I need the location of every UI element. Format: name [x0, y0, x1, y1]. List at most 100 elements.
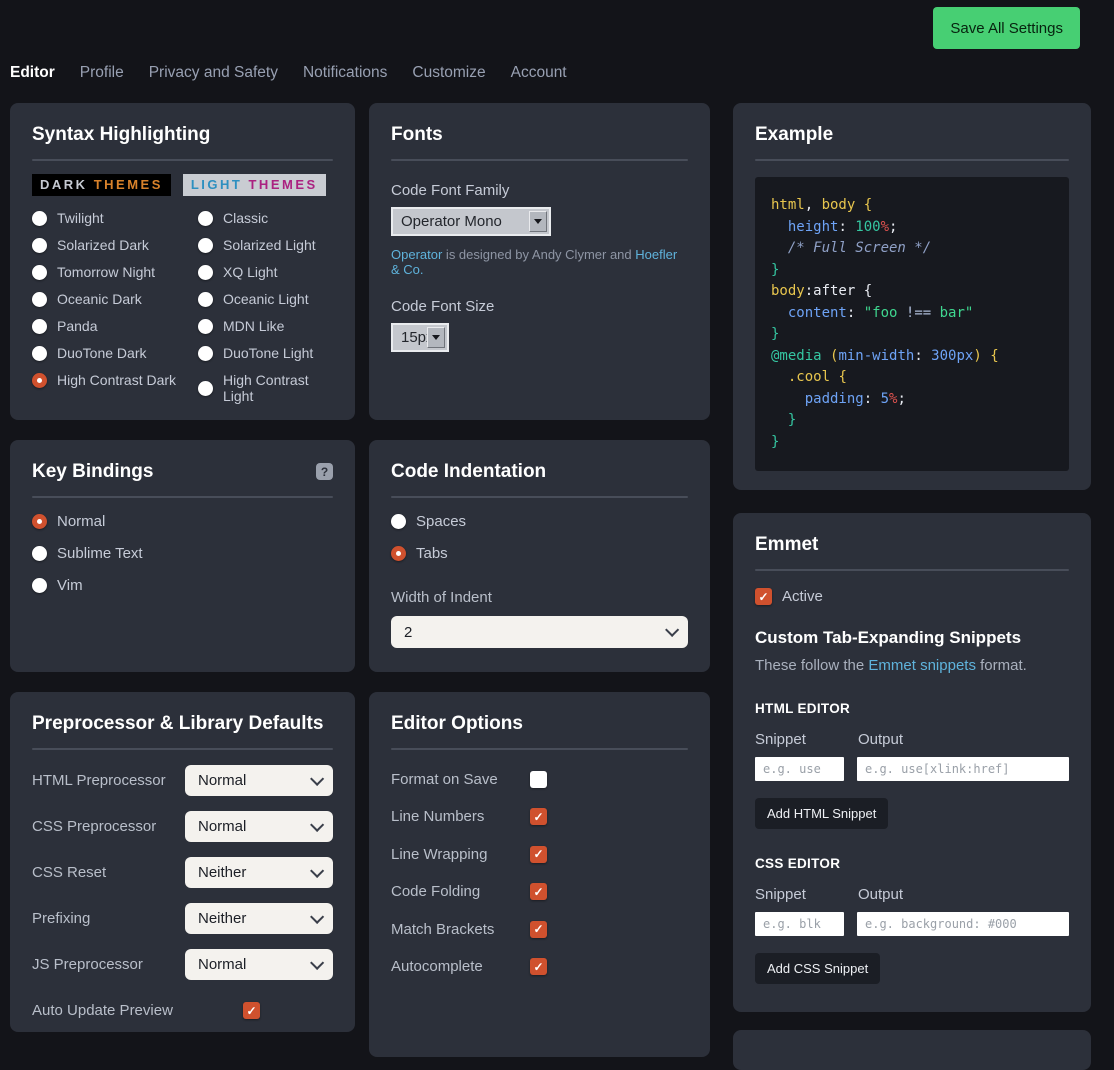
code-indentation-card: Code Indentation SpacesTabs Width of Ind… [369, 440, 710, 672]
code-font-family-select[interactable]: Operator Mono [391, 207, 551, 236]
format-on-save-checkbox[interactable] [530, 771, 547, 788]
radio-icon[interactable] [198, 346, 213, 361]
js-preprocessor-select[interactable]: Normal [185, 949, 333, 980]
code-font-size-select[interactable]: 15px [391, 323, 449, 352]
row-label: Autocomplete [391, 958, 530, 975]
tab-profile[interactable]: Profile [80, 64, 124, 82]
width-of-indent-value: 2 [404, 624, 412, 641]
row-label: Line Wrapping [391, 846, 530, 863]
emmet-title: Emmet [755, 533, 1069, 556]
help-icon[interactable]: ? [316, 463, 333, 480]
radio-icon[interactable] [32, 265, 47, 280]
indentation-option-spaces[interactable]: Spaces [391, 513, 688, 530]
add-html-snippet-button[interactable]: Add HTML Snippet [755, 798, 888, 829]
light-theme-option-oceanic-light[interactable]: Oceanic Light [198, 291, 333, 307]
code-indentation-title: Code Indentation [391, 460, 688, 483]
css-snippet-input[interactable] [755, 912, 844, 936]
radio-icon[interactable] [32, 578, 47, 593]
editor-option-code-folding: Code Folding [391, 883, 688, 900]
auto-update-preview-checkbox[interactable] [243, 1002, 260, 1019]
radio-icon[interactable] [391, 514, 406, 529]
key-binding-option-sublime-text[interactable]: Sublime Text [32, 545, 333, 562]
light-theme-option-classic[interactable]: Classic [198, 210, 333, 226]
preprocessor-row-css-preprocessor: CSS PreprocessorNormal [32, 811, 333, 842]
dark-theme-option-duotone-dark[interactable]: DuoTone Dark [32, 345, 198, 361]
radio-label: Classic [223, 210, 268, 226]
css-output-label: Output [858, 886, 903, 903]
radio-icon[interactable] [32, 346, 47, 361]
light-theme-option-solarized-light[interactable]: Solarized Light [198, 237, 333, 253]
code-folding-checkbox[interactable] [530, 883, 547, 900]
css-output-input[interactable] [857, 912, 1069, 936]
light-theme-option-duotone-light[interactable]: DuoTone Light [198, 345, 333, 361]
indentation-option-tabs[interactable]: Tabs [391, 545, 688, 562]
html-preprocessor-select[interactable]: Normal [185, 765, 333, 796]
radio-icon[interactable] [198, 319, 213, 334]
tab-account[interactable]: Account [511, 64, 567, 82]
css-preprocessor-select[interactable]: Normal [185, 811, 333, 842]
light-theme-option-xq-light[interactable]: XQ Light [198, 264, 333, 280]
key-binding-option-vim[interactable]: Vim [32, 577, 333, 594]
dark-theme-option-solarized-dark[interactable]: Solarized Dark [32, 237, 198, 253]
radio-icon[interactable] [32, 514, 47, 529]
html-io-inputs [755, 757, 1069, 781]
radio-icon[interactable] [391, 546, 406, 561]
css-editor-heading: CSS EDITOR [755, 856, 1069, 871]
line-numbers-checkbox[interactable] [530, 808, 547, 825]
emmet-active-checkbox[interactable] [755, 588, 772, 605]
row-label: CSS Reset [32, 864, 106, 881]
radio-icon[interactable] [32, 546, 47, 561]
tab-notifications[interactable]: Notifications [303, 64, 387, 82]
css-reset-select[interactable]: Neither [185, 857, 333, 888]
radio-icon[interactable] [32, 211, 47, 226]
key-binding-option-normal[interactable]: Normal [32, 513, 333, 530]
code-line: } [771, 410, 1053, 432]
dark-theme-option-tomorrow-night[interactable]: Tomorrow Night [32, 264, 198, 280]
tab-editor[interactable]: Editor [10, 64, 55, 82]
prefixing-select[interactable]: Neither [185, 903, 333, 934]
emmet-active-row[interactable]: Active [755, 588, 1069, 605]
dark-theme-option-oceanic-dark[interactable]: Oceanic Dark [32, 291, 198, 307]
row-label: Line Numbers [391, 808, 530, 825]
radio-icon[interactable] [32, 319, 47, 334]
line-wrapping-checkbox[interactable] [530, 846, 547, 863]
save-all-settings-button[interactable]: Save All Settings [933, 7, 1080, 49]
emmet-snippets-link[interactable]: Emmet snippets [868, 657, 976, 674]
css-io-labels: Snippet Output [755, 886, 1069, 903]
autocomplete-checkbox[interactable] [530, 958, 547, 975]
html-editor-heading: HTML EDITOR [755, 701, 1069, 716]
width-of-indent-select[interactable]: 2 [391, 616, 688, 648]
radio-icon[interactable] [198, 211, 213, 226]
radio-icon[interactable] [32, 373, 47, 388]
dark-theme-option-twilight[interactable]: Twilight [32, 210, 198, 226]
tab-customize[interactable]: Customize [412, 64, 485, 82]
match-brackets-checkbox[interactable] [530, 921, 547, 938]
radio-label: Oceanic Light [223, 291, 309, 307]
fonts-title: Fonts [391, 123, 688, 146]
radio-icon[interactable] [198, 238, 213, 253]
select-value: Normal [198, 956, 246, 973]
preprocessor-row-css-reset: CSS Reset Neither [32, 857, 333, 888]
settings-tabs: Editor Profile Privacy and Safety Notificat… [10, 64, 567, 82]
light-theme-option-mdn-like[interactable]: MDN Like [198, 318, 333, 334]
radio-icon[interactable] [32, 292, 47, 307]
operator-link[interactable]: Operator [391, 247, 442, 262]
radio-icon[interactable] [32, 238, 47, 253]
divider [32, 496, 333, 498]
code-font-size-value: 15px [393, 329, 427, 346]
radio-label: Spaces [416, 513, 466, 530]
html-output-input[interactable] [857, 757, 1069, 781]
dark-theme-option-panda[interactable]: Panda [32, 318, 198, 334]
radio-icon[interactable] [198, 292, 213, 307]
dark-badge-word2: THEMES [94, 177, 163, 192]
tab-privacy-and-safety[interactable]: Privacy and Safety [149, 64, 278, 82]
html-snippet-input[interactable] [755, 757, 844, 781]
add-css-snippet-button[interactable]: Add CSS Snippet [755, 953, 880, 984]
radio-icon[interactable] [198, 265, 213, 280]
code-line: height: 100%; [771, 217, 1053, 239]
radio-icon[interactable] [198, 381, 213, 396]
dropdown-arrow-icon[interactable] [529, 211, 547, 232]
dropdown-arrow-icon[interactable] [427, 327, 445, 348]
light-theme-option-high-contrast-light[interactable]: High Contrast Light [198, 372, 333, 404]
dark-theme-option-high-contrast-dark[interactable]: High Contrast Dark [32, 372, 198, 388]
